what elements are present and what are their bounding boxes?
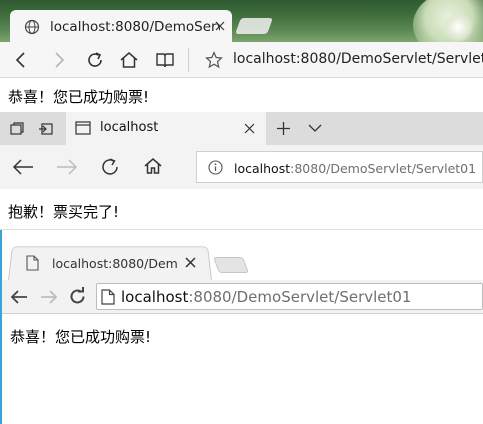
tab-set-aside-icon[interactable] [9, 121, 25, 137]
new-tab-button[interactable] [213, 257, 249, 273]
new-tab-icon[interactable] [276, 121, 291, 136]
back-arrow-icon[interactable] [10, 288, 28, 306]
page-icon [26, 255, 39, 271]
address-bar-url: localhost:8080/DemoServlet/Servlet01 [121, 288, 411, 306]
tab-strip: localhost:8080/DemoSe [2, 230, 483, 281]
page-icon [75, 121, 91, 135]
page-info-icon[interactable] [101, 289, 115, 305]
page-message: 抱歉！票买完了! [8, 203, 120, 221]
browser-tab[interactable]: localhost [66, 112, 266, 145]
close-tab-icon[interactable] [244, 123, 255, 134]
forward-arrow-icon[interactable] [40, 288, 58, 306]
forward-icon[interactable] [50, 51, 68, 69]
toolbar: localhost:8080/DemoServlet/Servlet01 [0, 145, 483, 189]
info-icon[interactable] [208, 160, 223, 175]
reading-view-icon[interactable] [155, 50, 175, 70]
close-tab-icon[interactable] [185, 257, 196, 268]
url-host: localhost [121, 288, 189, 306]
divider [188, 48, 189, 72]
toolbar: localhost:8080/DemoServlet/Servlet01 [2, 280, 483, 314]
forward-arrow-icon[interactable] [56, 157, 78, 177]
back-icon[interactable] [12, 51, 30, 69]
close-tab-icon[interactable] [214, 20, 226, 32]
favorite-star-icon[interactable] [205, 51, 223, 69]
browser-window-1: localhost:8080/DemoServlet/ [0, 0, 483, 112]
back-arrow-icon[interactable] [12, 157, 34, 177]
toolbar: localhost:8080/DemoServlet/Servlet01 [0, 42, 483, 78]
refresh-icon[interactable] [99, 156, 121, 178]
tab-title: localhost:8080/DemoServlet/ [50, 19, 220, 35]
browser-window-3: localhost:8080/DemoSe localhost:8080/Dem… [0, 230, 483, 424]
address-bar-url: localhost:8080/DemoServlet/Servlet01 [234, 161, 476, 176]
tab-title: localhost:8080/DemoSe [52, 256, 177, 271]
url-host: localhost [234, 161, 291, 176]
globe-icon [24, 19, 40, 35]
browser-tab-content[interactable]: localhost:8080/DemoSe [12, 246, 208, 280]
reload-icon[interactable] [68, 287, 87, 306]
tab-title: localhost [100, 120, 159, 135]
url-path: :8080/DemoServlet/Servlet01 [188, 288, 412, 306]
page-message: 恭喜！您已成功购票! [8, 88, 150, 106]
address-bar[interactable]: localhost:8080/DemoServlet/Servlet01 [196, 151, 483, 183]
address-bar-url[interactable]: localhost:8080/DemoServlet/Servlet01 [233, 51, 483, 67]
tab-strip: localhost:8080/DemoServlet/ [0, 0, 483, 42]
home-icon[interactable] [119, 50, 139, 70]
url-path: :8080/DemoServlet/Servlet01 [290, 161, 477, 176]
show-tabs-icon[interactable] [38, 121, 54, 137]
tab-strip: localhost [0, 112, 483, 145]
address-bar[interactable]: localhost:8080/DemoServlet/Servlet01 [96, 283, 483, 310]
page-message: 恭喜！您已成功购票! [10, 328, 152, 346]
home-icon[interactable] [143, 156, 163, 176]
new-tab-button[interactable] [235, 18, 273, 34]
refresh-icon[interactable] [85, 50, 105, 70]
browser-tab[interactable]: localhost:8080/DemoServlet/ [10, 10, 232, 42]
browser-window-2: localhost localhost:8080/DemoServlet/Ser… [0, 112, 483, 230]
chevron-down-icon[interactable] [308, 124, 322, 133]
